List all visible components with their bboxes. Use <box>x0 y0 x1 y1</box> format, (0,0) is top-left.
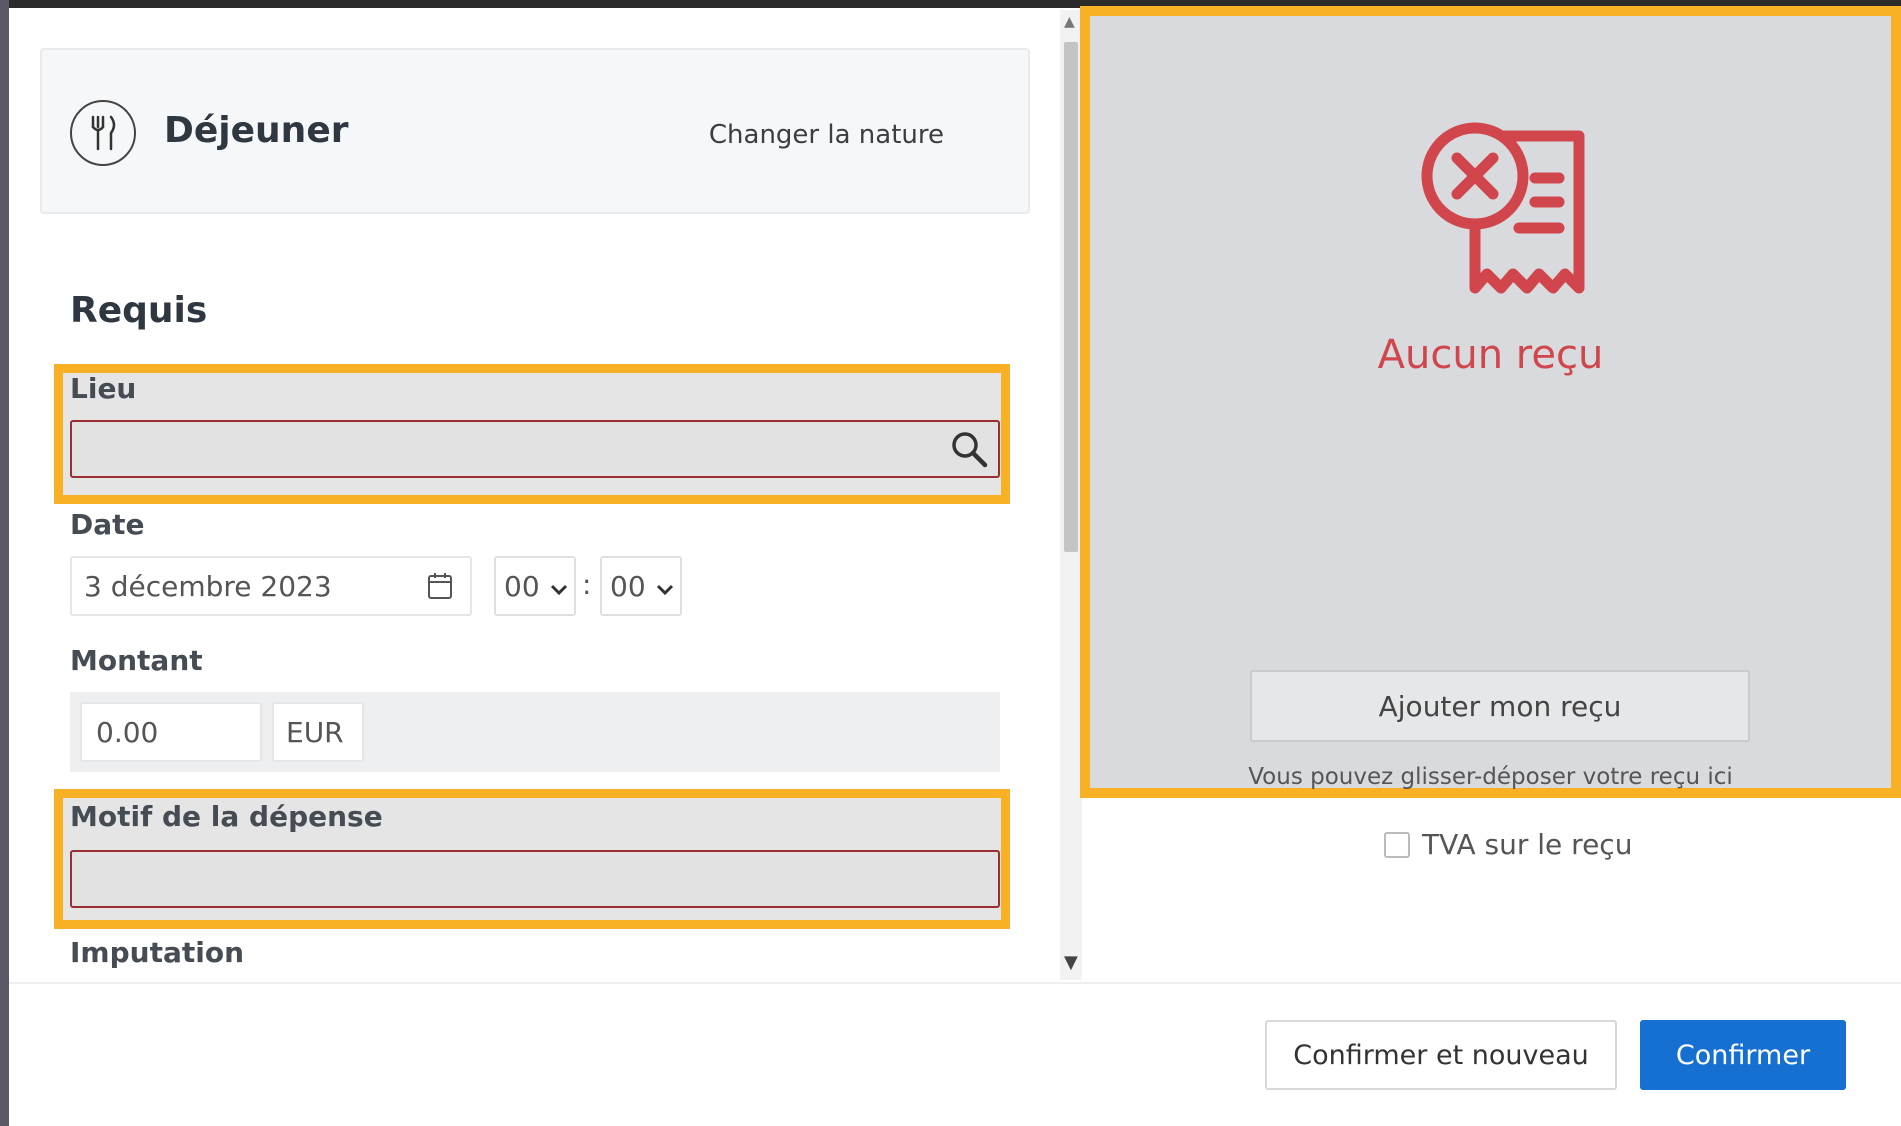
scroll-up-icon[interactable]: ▲ <box>1064 14 1075 30</box>
motif-input[interactable] <box>70 850 1000 908</box>
motif-label: Motif de la dépense <box>70 800 383 833</box>
calendar-icon[interactable] <box>426 571 454 608</box>
lieu-input[interactable] <box>70 420 1000 478</box>
receipt-drop-zone[interactable]: Aucun reçu Ajouter mon reçu Vous pouvez … <box>1080 6 1901 798</box>
scroll-down-icon[interactable]: ▼ <box>1064 952 1078 973</box>
chevron-down-icon <box>656 570 674 603</box>
montant-input[interactable]: 0.00 <box>80 702 262 762</box>
confirm-button[interactable]: Confirmer <box>1640 1020 1846 1090</box>
scrollbar-thumb[interactable] <box>1064 42 1078 552</box>
date-input[interactable]: 3 décembre 2023 <box>70 556 472 616</box>
montant-label: Montant <box>70 644 203 677</box>
time-separator: : <box>582 568 592 601</box>
no-receipt-icon <box>1415 116 1595 300</box>
montant-value: 0.00 <box>96 715 159 749</box>
tva-label: TVA sur le reçu <box>1422 828 1633 861</box>
fork-knife-icon <box>70 100 136 166</box>
modal-footer <box>9 982 1901 1126</box>
hour-select[interactable]: 00 <box>494 556 576 616</box>
currency-value: EUR <box>286 715 344 749</box>
date-value: 3 décembre 2023 <box>84 569 332 603</box>
no-receipt-text: Aucun reçu <box>1377 332 1604 378</box>
chevron-down-icon <box>550 570 568 603</box>
hour-value: 00 <box>504 569 540 603</box>
tva-checkbox[interactable] <box>1384 831 1410 858</box>
currency-field[interactable]: EUR <box>272 702 364 762</box>
window-left-border <box>0 0 9 1126</box>
nature-card: Déjeuner Changer la nature <box>40 48 1030 214</box>
date-label: Date <box>70 508 145 541</box>
lieu-label: Lieu <box>70 372 137 405</box>
imputation-label: Imputation <box>70 936 245 969</box>
search-icon[interactable] <box>950 430 988 472</box>
confirm-and-new-button[interactable]: Confirmer et nouveau <box>1265 1020 1617 1090</box>
change-nature-link[interactable]: Changer la nature <box>709 120 944 150</box>
minute-select[interactable]: 00 <box>600 556 682 616</box>
minute-value: 00 <box>610 569 646 603</box>
drag-drop-hint: Vous pouvez glisser-déposer votre reçu i… <box>1248 764 1733 790</box>
nature-title: Déjeuner <box>164 110 349 151</box>
section-title-required: Requis <box>70 290 208 331</box>
add-receipt-button[interactable]: Ajouter mon reçu <box>1250 670 1750 742</box>
tva-row: TVA sur le reçu <box>1384 828 1632 861</box>
